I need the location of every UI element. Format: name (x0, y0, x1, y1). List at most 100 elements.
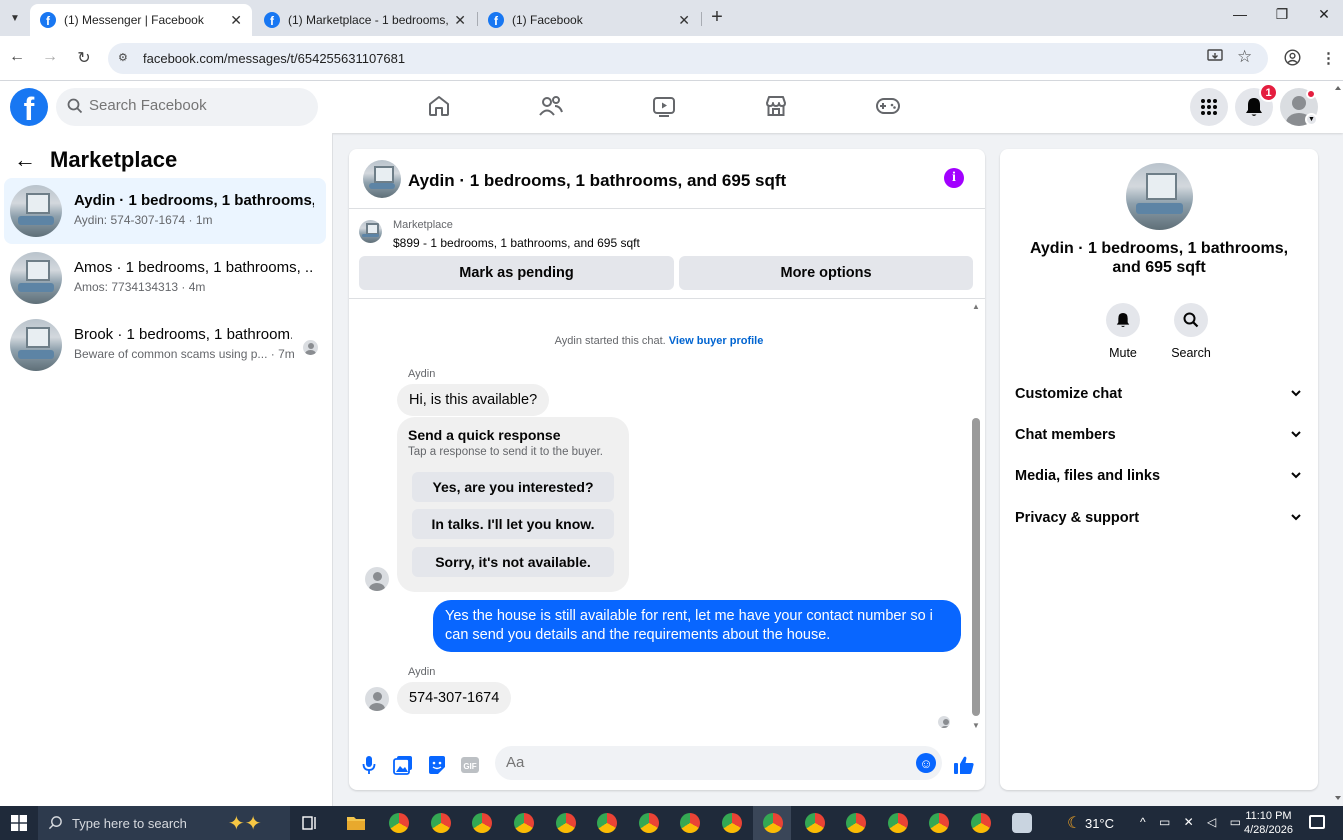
listing-thumbnail[interactable] (1126, 163, 1193, 230)
chat-item-amos[interactable]: Amos · 1 bedrooms, 1 bathrooms, ... Amos… (4, 245, 326, 311)
chevron-down-icon (1289, 386, 1303, 405)
browser-menu-icon[interactable]: ⋮ (1321, 49, 1336, 67)
privacy-support-row[interactable]: Privacy & support (1006, 500, 1312, 536)
tab-search-button[interactable]: ▼ (4, 7, 26, 29)
page-scrollbar[interactable] (1333, 82, 1343, 806)
bell-icon[interactable] (1106, 303, 1140, 337)
view-buyer-profile-link[interactable]: View buyer profile (669, 335, 764, 347)
close-window-button[interactable]: ✕ (1304, 6, 1343, 23)
minimize-button[interactable]: — (1220, 6, 1260, 22)
chrome-icon[interactable] (680, 813, 700, 833)
taskbar-search[interactable]: Type here to search ✦✦ (38, 806, 290, 840)
facebook-favicon-icon: f (40, 12, 56, 28)
chrome-icon[interactable] (971, 813, 991, 833)
new-tab-button[interactable]: + (706, 6, 728, 28)
chrome-icon[interactable] (472, 813, 492, 833)
weather-icon: ☾ (1067, 815, 1082, 832)
gif-icon[interactable]: GIF (459, 754, 481, 776)
info-icon[interactable]: i (944, 168, 964, 188)
chrome-icon[interactable] (763, 813, 783, 833)
menu-grid-icon[interactable] (1190, 88, 1228, 126)
scrollbar-thumb[interactable] (972, 418, 980, 716)
chrome-icon[interactable] (888, 813, 908, 833)
tab-messenger[interactable]: f (1) Messenger | Facebook ✕ (30, 4, 252, 36)
chrome-icon[interactable] (597, 813, 617, 833)
quick-response-option[interactable]: Yes, are you interested? (412, 472, 614, 502)
install-app-icon[interactable] (1207, 49, 1223, 67)
app-icon[interactable] (1012, 813, 1032, 833)
more-options-button[interactable]: More options (679, 256, 973, 290)
home-icon[interactable] (426, 93, 452, 119)
chrome-icon[interactable] (639, 813, 659, 833)
gaming-icon[interactable] (875, 93, 901, 119)
scroll-down-icon[interactable]: ▼ (972, 721, 980, 730)
quick-response-option[interactable]: In talks. I'll let you know. (412, 509, 614, 539)
back-arrow-icon[interactable]: ← (7, 48, 27, 66)
search-input[interactable] (89, 97, 309, 114)
chrome-icon[interactable] (556, 813, 576, 833)
chat-item-aydin[interactable]: Aydin · 1 bedrooms, 1 bathrooms, ... Ayd… (4, 178, 326, 244)
chrome-icon[interactable] (722, 813, 742, 833)
video-icon[interactable] (651, 93, 677, 119)
listing-thumbnail[interactable] (359, 220, 382, 243)
search-icon[interactable] (1174, 303, 1208, 337)
close-icon[interactable]: ✕ (454, 12, 466, 29)
chrome-icon[interactable] (846, 813, 866, 833)
chat-item-brook[interactable]: Brook · 1 bedrooms, 1 bathroom... Beware… (4, 312, 326, 378)
customize-chat-row[interactable]: Customize chat (1006, 376, 1312, 412)
windows-start-icon[interactable] (0, 806, 38, 840)
chat-details-panel: Aydin · 1 bedrooms, 1 bathrooms, and 695… (1000, 149, 1318, 790)
site-settings-icon[interactable]: ⚙ (118, 51, 134, 65)
chrome-icon[interactable] (514, 813, 534, 833)
file-explorer-icon[interactable] (346, 815, 366, 836)
quick-response-option[interactable]: Sorry, it's not available. (412, 547, 614, 577)
chrome-icon[interactable] (431, 813, 451, 833)
friends-icon[interactable] (538, 93, 564, 119)
message-input-field[interactable]: ☺ (495, 746, 942, 780)
weather-widget[interactable]: ☾ 31°C (1067, 813, 1114, 833)
media-files-links-row[interactable]: Media, files and links (1006, 458, 1312, 494)
thumbs-up-icon[interactable] (953, 754, 975, 776)
marketplace-icon[interactable] (763, 93, 789, 119)
close-icon[interactable]: ✕ (230, 12, 242, 29)
system-tray-icons[interactable]: ^ ▭ ✕ ◁ ▭ (1140, 815, 1246, 829)
reload-icon[interactable]: ↻ (74, 48, 94, 68)
chrome-icon[interactable] (929, 813, 949, 833)
chrome-icon[interactable] (389, 813, 409, 833)
restore-button[interactable]: ❐ (1262, 6, 1302, 23)
message-input[interactable] (506, 754, 906, 771)
taskbar-clock[interactable]: 11:10 PM 4/28/2026 (1244, 809, 1293, 837)
forward-arrow-icon[interactable]: → (40, 48, 60, 66)
microphone-icon[interactable] (358, 754, 380, 776)
chrome-icon[interactable] (805, 813, 825, 833)
sender-avatar[interactable] (365, 687, 389, 711)
facebook-search[interactable] (56, 88, 318, 126)
url-bar[interactable]: ⚙ facebook.com/messages/t/65425563110768… (108, 43, 1268, 74)
emoji-icon[interactable]: ☺ (916, 753, 936, 773)
sender-avatar[interactable] (365, 567, 389, 591)
close-icon[interactable]: ✕ (678, 12, 690, 29)
taskbar-search-placeholder: Type here to search (72, 816, 187, 831)
listing-thumbnail[interactable] (363, 160, 401, 198)
tab-marketplace[interactable]: f (1) Marketplace - 1 bedrooms, 1 ✕ (254, 4, 476, 36)
sticker-icon[interactable] (426, 754, 448, 776)
profile-icon[interactable] (1284, 49, 1301, 70)
mute-button[interactable]: Mute (1093, 303, 1153, 360)
back-arrow-icon[interactable]: ← (14, 147, 36, 173)
chat-members-row[interactable]: Chat members (1006, 417, 1312, 453)
task-view-icon[interactable] (302, 815, 318, 836)
url-text[interactable]: facebook.com/messages/t/654255631107681 (143, 51, 405, 66)
search-in-chat-button[interactable]: Search (1161, 303, 1221, 360)
scroll-up-icon[interactable]: ▲ (972, 302, 980, 311)
mark-as-pending-button[interactable]: Mark as pending (359, 256, 674, 290)
conversation-title[interactable]: Aydin · 1 bedrooms, 1 bathrooms, and 695… (408, 171, 786, 191)
tab-facebook[interactable]: f (1) Facebook ✕ (478, 4, 700, 36)
notification-center-icon[interactable] (1309, 815, 1325, 829)
photo-icon[interactable] (392, 754, 414, 776)
chevron-down-icon[interactable]: ▼ (1305, 113, 1318, 126)
message-scrollbar[interactable]: ▲ ▼ (969, 300, 983, 735)
listing-card: Marketplace $899 - 1 bedrooms, 1 bathroo… (349, 209, 985, 299)
facebook-logo-icon[interactable]: f (10, 88, 48, 126)
bookmark-star-icon[interactable]: ☆ (1237, 47, 1252, 67)
listing-description[interactable]: $899 - 1 bedrooms, 1 bathrooms, and 695 … (393, 236, 640, 250)
